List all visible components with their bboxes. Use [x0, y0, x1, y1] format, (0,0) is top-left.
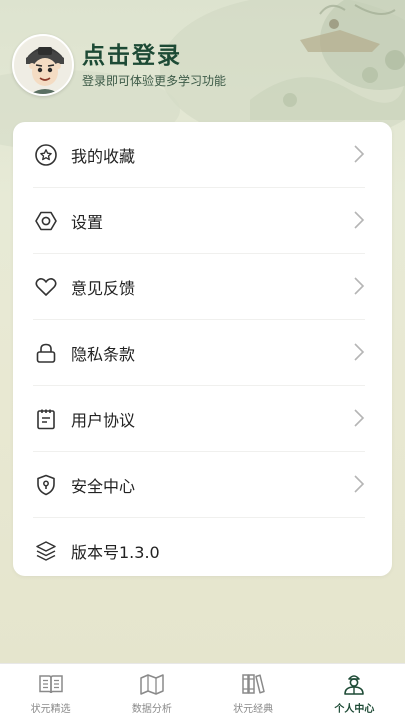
- person-icon: [340, 671, 368, 697]
- tab-label: 数据分析: [131, 704, 172, 715]
- heart-icon: [33, 274, 59, 300]
- chevron-right-icon: [353, 342, 365, 366]
- layers-icon: [33, 538, 59, 564]
- notepad-icon: [33, 406, 59, 432]
- map-icon: [138, 671, 166, 697]
- tab-label: 状元经典: [233, 704, 274, 715]
- open-book-icon: [37, 671, 65, 697]
- menu-item-user-agreement[interactable]: 用户协议: [33, 386, 385, 452]
- chevron-right-icon: [353, 408, 365, 432]
- lock-icon: [33, 340, 59, 366]
- login-subtitle: 登录即可体验更多学习功能: [82, 74, 227, 88]
- menu-item-label: 隐私条款: [71, 345, 136, 364]
- version-label: 版本号1.3.0: [71, 543, 160, 562]
- chevron-right-icon: [353, 144, 365, 168]
- menu-card: 我的收藏 设置 意见反馈 隐私条款 用户协议 安全中心 版本号1.3.0: [13, 122, 392, 576]
- star-circle-icon: [33, 142, 59, 168]
- menu-item-feedback[interactable]: 意见反馈: [33, 254, 385, 320]
- tab-data-analysis[interactable]: 数据分析: [101, 664, 202, 720]
- hexagon-gear-icon: [33, 208, 59, 234]
- profile-header[interactable]: 点击登录 登录即可体验更多学习功能: [12, 32, 392, 98]
- menu-item-version: 版本号1.3.0: [33, 518, 385, 584]
- chevron-right-icon: [353, 474, 365, 498]
- menu-item-label: 我的收藏: [71, 147, 136, 166]
- login-title[interactable]: 点击登录: [82, 41, 226, 71]
- chevron-right-icon: [353, 210, 365, 234]
- menu-item-label: 用户协议: [71, 411, 136, 430]
- tab-label: 个人中心: [334, 704, 375, 715]
- chevron-right-icon: [353, 276, 365, 300]
- menu-item-settings[interactable]: 设置: [33, 188, 385, 254]
- menu-item-privacy[interactable]: 隐私条款: [33, 320, 385, 386]
- bottom-tab-bar: 状元精选 数据分析 状元经典 个人中心: [0, 663, 405, 720]
- tab-label: 状元精选: [30, 704, 71, 715]
- menu-item-label: 安全中心: [71, 477, 136, 496]
- tab-classics[interactable]: 状元经典: [203, 664, 304, 720]
- menu-item-label: 设置: [71, 213, 104, 232]
- menu-item-security-center[interactable]: 安全中心: [33, 452, 385, 518]
- menu-item-label: 意见反馈: [71, 279, 136, 298]
- tab-profile[interactable]: 个人中心: [304, 664, 405, 720]
- books-icon: [239, 671, 267, 697]
- menu-item-favorites[interactable]: 我的收藏: [33, 122, 385, 188]
- shield-keyhole-icon: [33, 472, 59, 498]
- avatar[interactable]: [12, 34, 74, 96]
- tab-featured[interactable]: 状元精选: [0, 664, 101, 720]
